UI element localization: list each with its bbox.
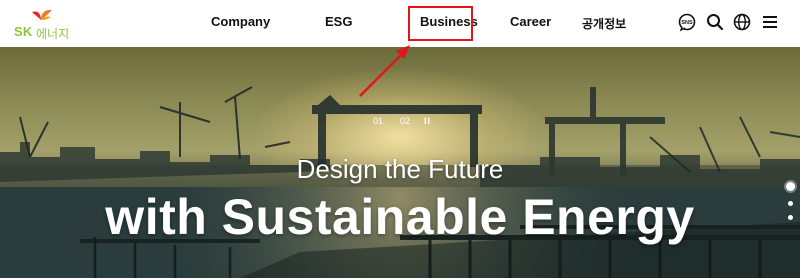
slide-01-button[interactable]: 01 xyxy=(373,116,383,126)
sns-icon[interactable]: SNS xyxy=(677,12,697,32)
logo-name-text: 에너지 xyxy=(36,27,70,41)
hero-title: with Sustainable Energy xyxy=(105,189,695,245)
search-icon[interactable] xyxy=(705,12,725,32)
sns-icon-label: SNS xyxy=(681,20,693,26)
section-indicator-2[interactable] xyxy=(788,201,793,206)
nav-company[interactable]: Company xyxy=(211,14,270,29)
sk-energy-logo[interactable]: SK 에너지 xyxy=(8,8,78,41)
slide-02-button[interactable]: 02 xyxy=(400,116,410,126)
globe-icon[interactable] xyxy=(732,12,752,32)
hero-banner: 01 02 II Design the Future with Sustaina… xyxy=(0,47,800,278)
nav-business[interactable]: Business xyxy=(420,14,478,29)
section-indicator-3[interactable] xyxy=(788,215,793,220)
section-indicator-1[interactable] xyxy=(786,182,795,191)
nav-career[interactable]: Career xyxy=(510,14,551,29)
site-header: SK 에너지 Company ESG Business Career 공개정보 … xyxy=(0,0,800,47)
hero-subtitle: Design the Future xyxy=(296,154,504,184)
pause-button[interactable]: II xyxy=(424,116,431,126)
logo-brand-text: SK xyxy=(14,24,33,39)
nav-public-info[interactable]: 공개정보 xyxy=(582,15,626,32)
nav-esg[interactable]: ESG xyxy=(325,14,352,29)
menu-icon[interactable] xyxy=(760,12,780,32)
